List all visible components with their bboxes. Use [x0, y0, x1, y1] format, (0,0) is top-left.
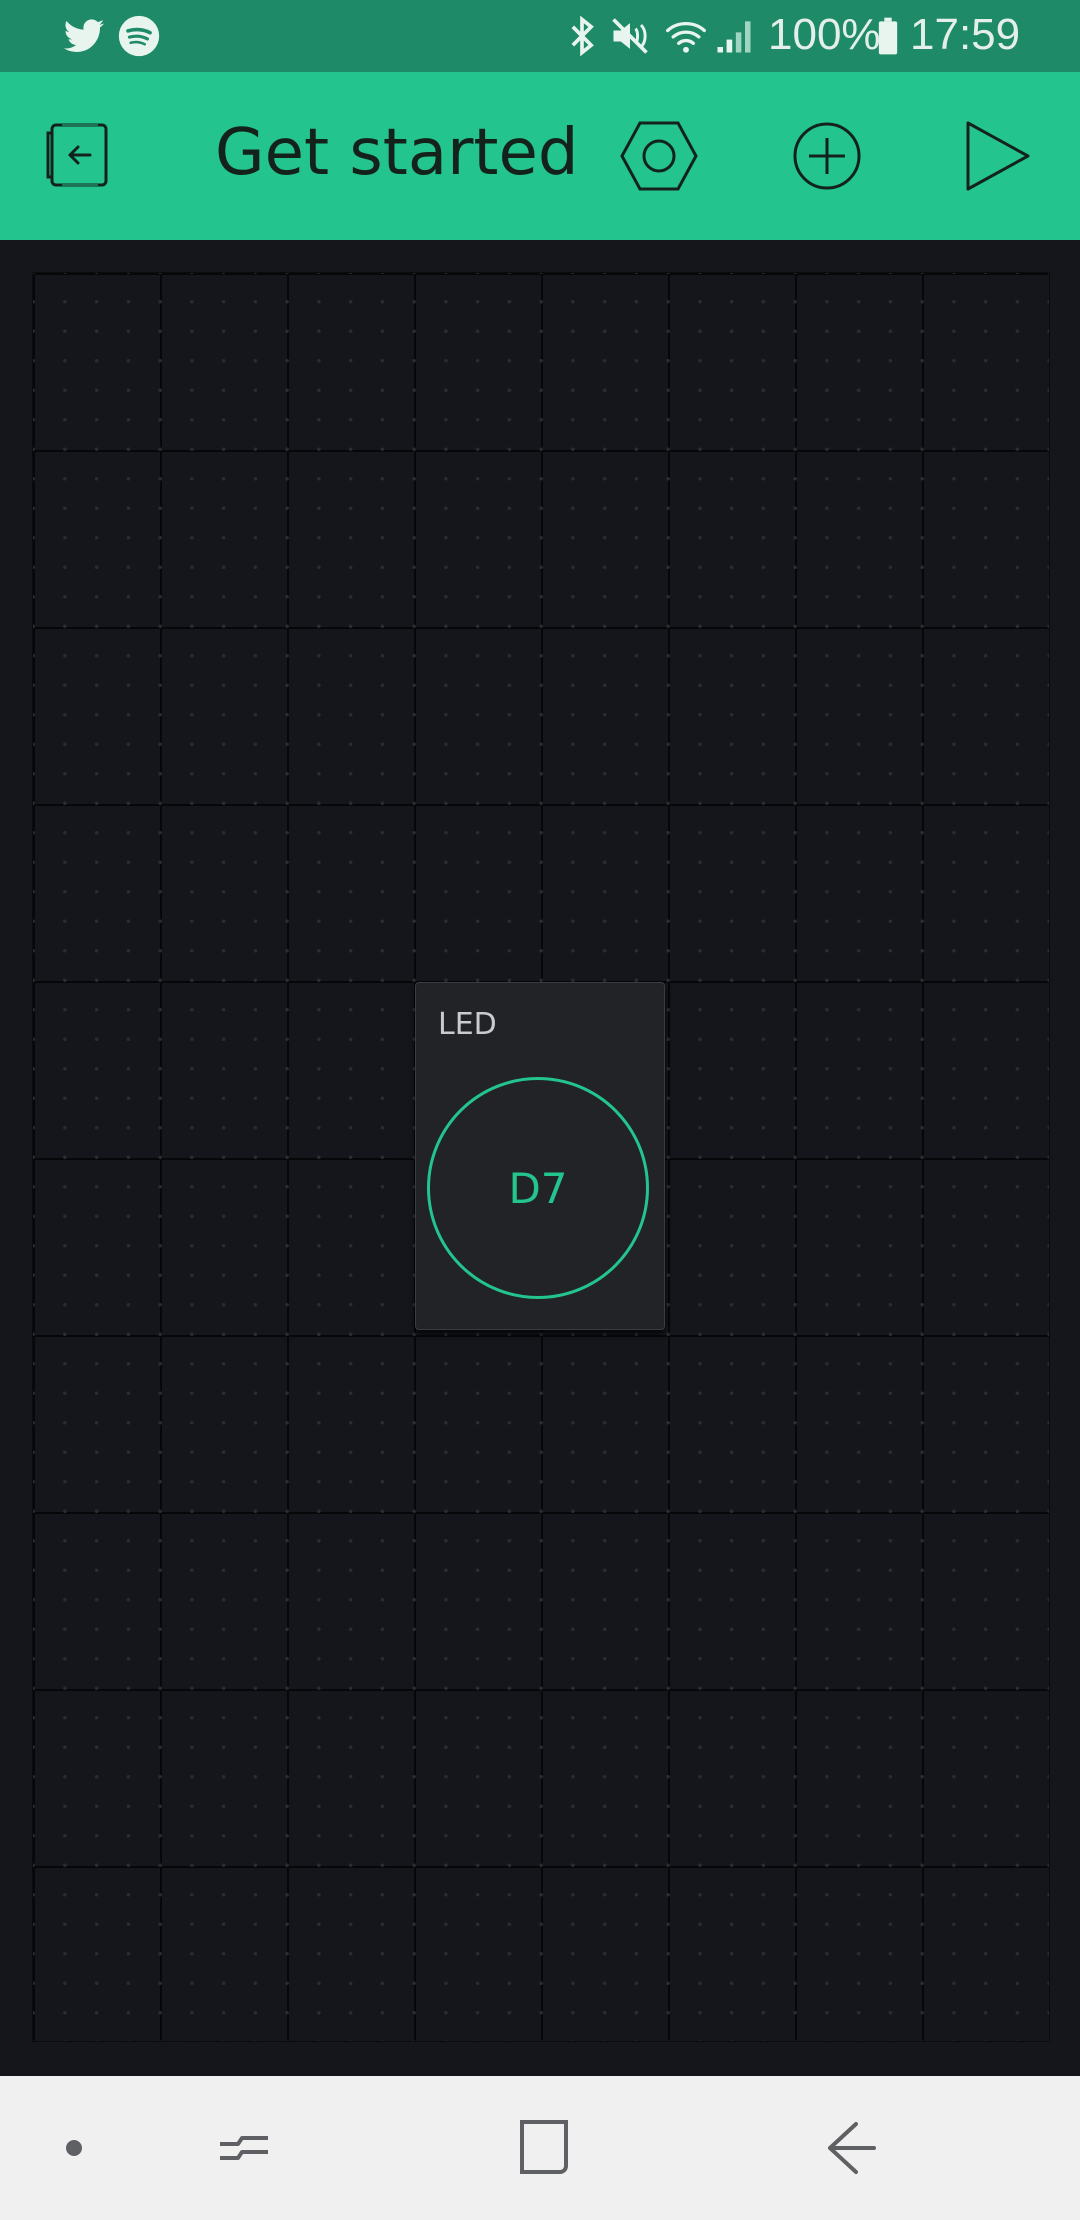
play-button[interactable] — [950, 111, 1040, 201]
play-icon — [966, 121, 1030, 191]
back-icon — [828, 2122, 876, 2174]
recent-apps-icon — [220, 2136, 268, 2160]
spotify-icon — [117, 14, 161, 58]
settings-button[interactable] — [614, 111, 704, 201]
pin-label: D7 — [508, 1163, 568, 1213]
recent-apps-button[interactable] — [212, 2116, 276, 2180]
back-button[interactable] — [816, 2116, 880, 2180]
nav-dot-button[interactable] — [42, 2116, 106, 2180]
add-widget-button[interactable] — [782, 111, 872, 201]
led-widget[interactable]: LED D7 — [415, 982, 665, 1330]
battery-icon — [866, 14, 910, 58]
add-widget-icon — [793, 122, 861, 190]
status-bar: 100% 17:59 — [0, 0, 1080, 72]
led-indicator: D7 — [427, 1077, 649, 1299]
wifi-icon — [664, 14, 708, 58]
twitter-icon — [62, 14, 106, 58]
exit-button[interactable] — [40, 111, 130, 201]
dot-icon — [66, 2140, 82, 2156]
signal-icon — [712, 14, 756, 58]
navigation-bar — [0, 2076, 1080, 2220]
bluetooth-icon — [560, 14, 604, 58]
clock: 17:59 — [910, 10, 1021, 59]
home-icon — [520, 2120, 568, 2174]
mute-icon — [608, 14, 652, 58]
app-bar: Get started — [0, 72, 1080, 240]
settings-hexagon-icon — [620, 121, 698, 191]
exit-icon — [46, 123, 108, 187]
battery-percentage: 100% — [768, 10, 881, 59]
home-button[interactable] — [512, 2116, 576, 2180]
widget-label: LED — [438, 1007, 497, 1042]
page-title: Get started — [215, 116, 579, 190]
